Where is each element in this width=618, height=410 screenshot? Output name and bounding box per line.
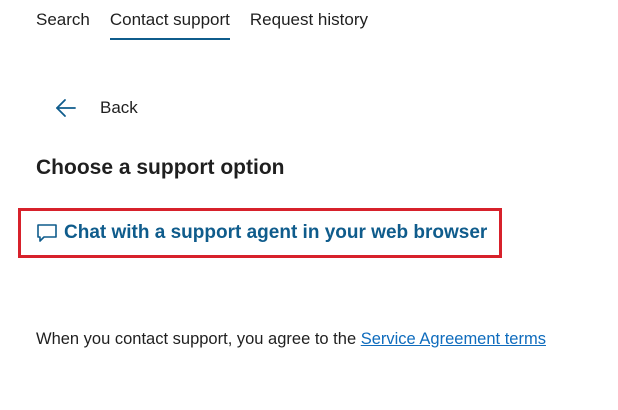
back-label: Back <box>100 98 138 117</box>
service-agreement-link[interactable]: Service Agreement terms <box>361 330 546 348</box>
support-tabs: Search Contact support Request history <box>36 10 368 40</box>
chat-option-label: Chat with a support agent in your web br… <box>64 222 488 243</box>
page-title: Choose a support option <box>36 156 285 179</box>
contact-support-page: Search Contact support Request history B… <box>0 0 618 410</box>
arrow-left-icon <box>54 96 78 120</box>
back-button[interactable]: Back <box>54 96 138 120</box>
tab-contact-support[interactable]: Contact support <box>109 10 230 40</box>
tab-search[interactable]: Search <box>36 10 90 40</box>
chat-bubble-icon <box>36 222 58 244</box>
agreement-notice: When you contact support, you agree to t… <box>36 330 546 349</box>
agreement-text: When you contact support, you agree to t… <box>36 330 357 348</box>
chat-with-agent-link[interactable]: Chat with a support agent in your web br… <box>18 208 502 258</box>
tab-request-history[interactable]: Request history <box>250 10 368 40</box>
